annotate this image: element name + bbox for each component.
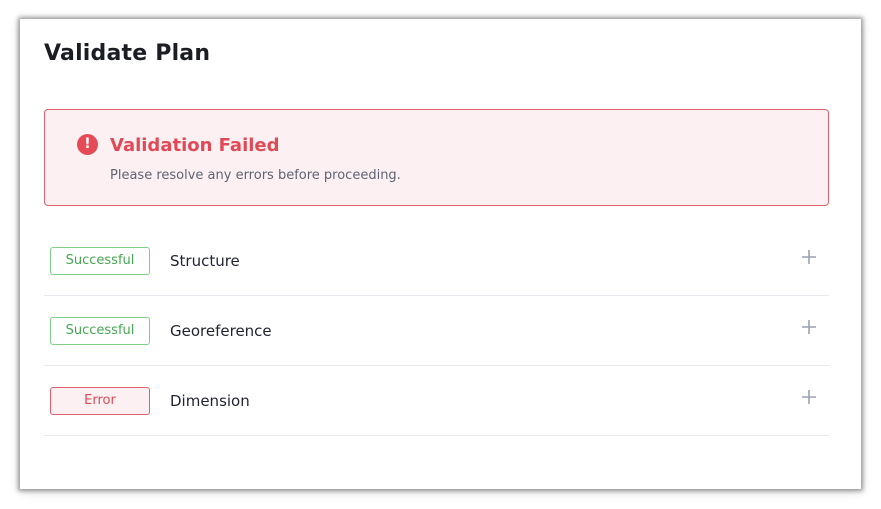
check-label: Georeference xyxy=(170,322,272,340)
check-label: Dimension xyxy=(170,392,250,410)
plus-icon[interactable] xyxy=(799,317,819,337)
exclamation-circle-icon: ! xyxy=(77,134,98,155)
validation-alert: ! Validation Failed Please resolve any e… xyxy=(44,109,829,206)
check-row-georeference[interactable]: Successful Georeference xyxy=(44,296,829,366)
plus-icon[interactable] xyxy=(799,247,819,267)
validate-plan-card: Validate Plan ! Validation Failed Please… xyxy=(20,19,861,489)
check-row-structure[interactable]: Successful Structure xyxy=(44,226,829,296)
status-badge: Successful xyxy=(50,247,150,275)
check-row-dimension[interactable]: Error Dimension xyxy=(44,366,829,436)
alert-title: Validation Failed xyxy=(110,135,280,156)
plus-icon[interactable] xyxy=(799,387,819,407)
alert-message: Please resolve any errors before proceed… xyxy=(110,168,401,183)
validation-checks-list: Successful Structure Successful Georefer… xyxy=(44,226,829,436)
page-title: Validate Plan xyxy=(44,41,211,66)
check-label: Structure xyxy=(170,252,240,270)
status-badge: Successful xyxy=(50,317,150,345)
status-badge: Error xyxy=(50,387,150,415)
